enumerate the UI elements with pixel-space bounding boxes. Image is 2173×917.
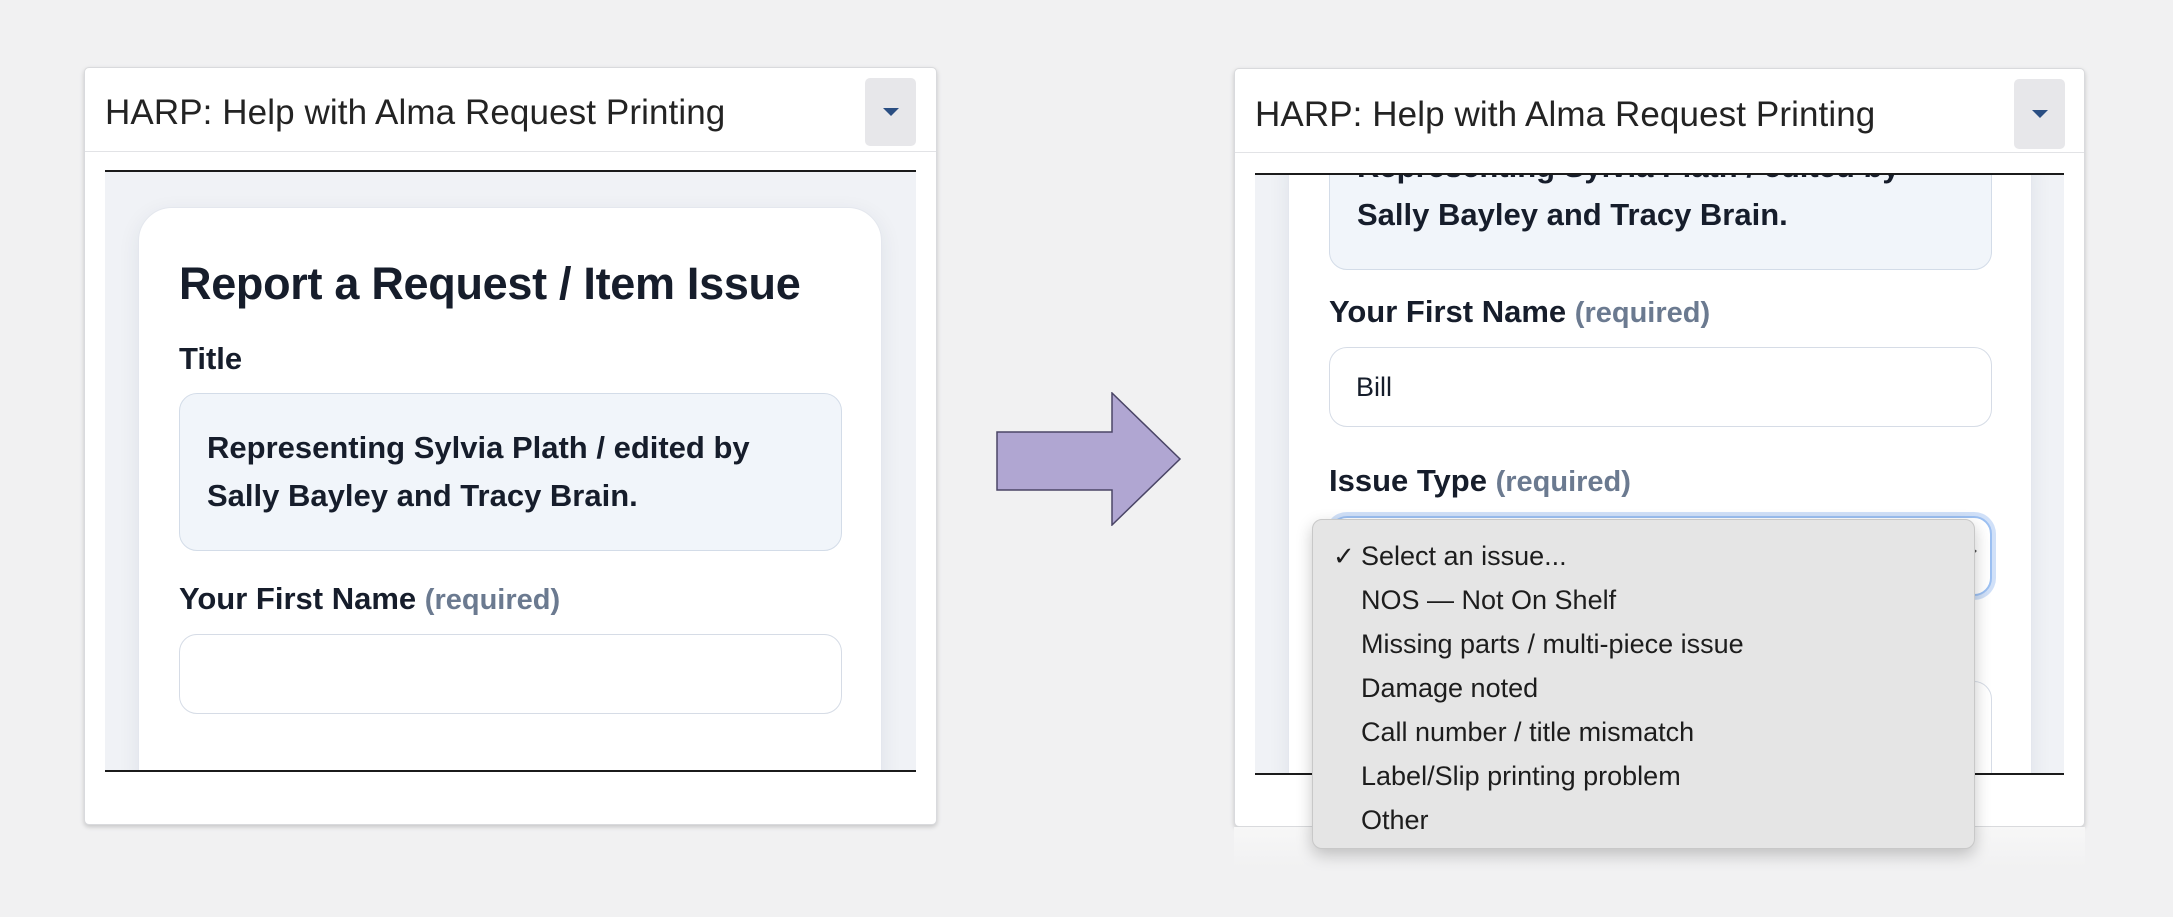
panel-title: HARP: Help with Alma Request Printing	[1255, 95, 1876, 134]
dropdown-option[interactable]: Other	[1313, 798, 1974, 842]
dropdown-option-label: Label/Slip printing problem	[1361, 761, 1681, 791]
dropdown-option[interactable]: Label/Slip printing problem	[1313, 754, 1974, 798]
title-display: Representing Sylvia Plath / edited by Sa…	[1329, 175, 1992, 270]
issue-type-dropdown[interactable]: ✓ Select an issue... NOS — Not On Shelf Mis…	[1312, 519, 1975, 849]
issue-type-label: Issue Type (required)	[1329, 463, 1631, 499]
first-name-input[interactable]	[179, 634, 842, 714]
first-name-label-text: Your First Name	[1329, 294, 1567, 329]
caret-down-icon	[882, 108, 899, 116]
dropdown-option-label: Missing parts / multi-piece issue	[1361, 629, 1744, 659]
first-name-input[interactable]: Bill	[1329, 347, 1992, 427]
dropdown-option-label: Other	[1361, 805, 1429, 835]
title-line-1: Representing Sylvia Plath / edited by	[1357, 175, 1964, 191]
dropdown-option-label: Select an issue...	[1361, 541, 1567, 571]
issue-type-label-text: Issue Type	[1329, 463, 1487, 498]
title-display: Representing Sylvia Plath / edited by Sa…	[179, 393, 842, 551]
panel-header: HARP: Help with Alma Request Printing	[85, 68, 936, 152]
required-tag: (required)	[424, 584, 561, 616]
collapse-button[interactable]	[2014, 79, 2065, 149]
title-line-2: Sally Bayley and Tracy Brain.	[207, 478, 638, 513]
dropdown-option-label: NOS — Not On Shelf	[1361, 585, 1617, 615]
dropdown-option[interactable]: NOS — Not On Shelf	[1313, 578, 1974, 622]
dropdown-option-label: Call number / title mismatch	[1361, 717, 1695, 747]
title-line-1: Representing Sylvia Plath / edited by	[207, 430, 750, 465]
panel-title: HARP: Help with Alma Request Printing	[105, 93, 726, 132]
title-label: Title	[179, 341, 243, 376]
right-arrow-icon	[996, 392, 1182, 526]
dropdown-option[interactable]: Missing parts / multi-piece issue	[1313, 622, 1974, 666]
panel-header: HARP: Help with Alma Request Printing	[1235, 69, 2084, 153]
first-name-label-text: Your First Name	[179, 581, 417, 616]
issue-form-card: Report a Request / Item Issue Title Repr…	[138, 207, 882, 770]
collapse-button[interactable]	[865, 78, 916, 146]
required-tag: (required)	[1495, 466, 1631, 498]
dropdown-option-label: Damage noted	[1361, 673, 1539, 703]
panel-content-viewport[interactable]: Report a Request / Item Issue Title Repr…	[105, 170, 916, 772]
caret-down-icon	[2031, 110, 2048, 118]
first-name-label: Your First Name (required)	[179, 581, 560, 617]
dropdown-option[interactable]: ✓ Select an issue...	[1313, 534, 1974, 578]
dropdown-option[interactable]: Call number / title mismatch	[1313, 710, 1974, 754]
first-name-label: Your First Name (required)	[1329, 294, 1710, 330]
form-heading: Report a Request / Item Issue	[179, 258, 801, 309]
title-line-2: Sally Bayley and Tracy Brain.	[1357, 197, 1788, 232]
harp-panel-before: HARP: Help with Alma Request Printing Re…	[84, 67, 937, 825]
required-tag: (required)	[1574, 297, 1711, 329]
dropdown-option[interactable]: Damage noted	[1313, 666, 1974, 710]
checkmark-icon: ✓	[1333, 541, 1355, 571]
